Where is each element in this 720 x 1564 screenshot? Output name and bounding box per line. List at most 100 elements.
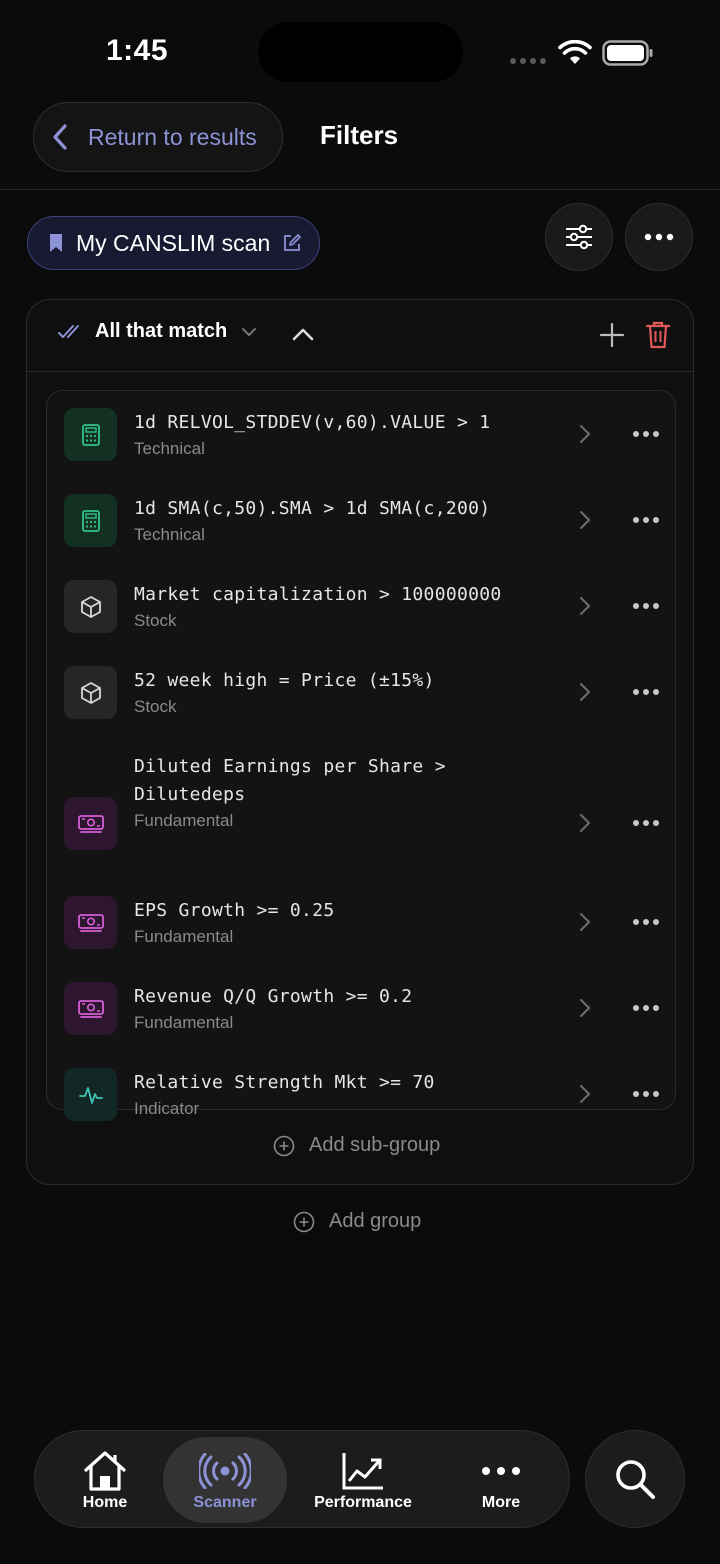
cube-icon bbox=[64, 580, 117, 633]
chevron-right-icon bbox=[578, 997, 592, 1019]
status-time: 1:45 bbox=[106, 34, 169, 67]
money-icon bbox=[64, 982, 117, 1035]
filter-category: Indicator bbox=[134, 1099, 200, 1118]
search-icon bbox=[616, 1460, 655, 1499]
more-horizontal-icon bbox=[644, 233, 674, 241]
scan-name: My CANSLIM scan bbox=[76, 229, 271, 256]
tab-scanner-label: Scanner bbox=[193, 1494, 257, 1511]
filter-category: Technical bbox=[134, 439, 205, 458]
status-bar: 1:45 bbox=[0, 0, 720, 100]
return-to-results-button[interactable]: Return to results bbox=[33, 102, 283, 172]
filter-row[interactable]: Revenue Q/Q Growth >= 0.2 Fundamental bbox=[47, 965, 675, 1051]
scan-name-button[interactable]: My CANSLIM scan bbox=[27, 216, 320, 270]
add-filter-button[interactable] bbox=[599, 322, 625, 348]
chart-icon bbox=[341, 1448, 385, 1494]
double-check-icon bbox=[58, 324, 79, 338]
filter-expression: Diluted Earnings per Share > Dilutedeps bbox=[134, 756, 446, 805]
cellular-signal-icon bbox=[510, 58, 546, 64]
tab-more-label: More bbox=[481, 1494, 521, 1511]
match-mode-dropdown[interactable]: All that match bbox=[57, 320, 257, 343]
filter-row[interactable]: 1d SMA(c,50).SMA > 1d SMA(c,200) Technica… bbox=[47, 477, 675, 563]
money-icon bbox=[64, 797, 117, 850]
filter-row[interactable]: 1d RELVOL_STDDEV(v,60).VALUE > 1 Technica… bbox=[47, 391, 675, 477]
filter-more-button[interactable] bbox=[627, 425, 665, 443]
dynamic-island bbox=[258, 22, 463, 82]
calculator-icon bbox=[64, 408, 117, 461]
chevron-right-icon bbox=[578, 812, 592, 834]
more-options-button[interactable] bbox=[625, 203, 693, 271]
filter-category: Stock bbox=[134, 611, 177, 630]
return-to-results-label: Return to results bbox=[88, 123, 257, 150]
radar-icon bbox=[199, 1448, 251, 1494]
plus-circle-icon bbox=[273, 1135, 295, 1156]
tab-more[interactable]: More bbox=[451, 1437, 551, 1523]
filter-more-button[interactable] bbox=[627, 683, 665, 701]
filter-expression: Relative Strength Mkt >= 70 bbox=[134, 1072, 435, 1093]
match-mode-label: All that match bbox=[95, 320, 228, 342]
filter-expression: 1d RELVOL_STDDEV(v,60).VALUE > 1 bbox=[134, 412, 491, 433]
filter-expression: 52 week high = Price (±15%) bbox=[134, 670, 435, 691]
filter-more-button[interactable] bbox=[627, 913, 665, 931]
filter-settings-button[interactable] bbox=[545, 203, 613, 271]
tab-home[interactable]: Home bbox=[55, 1437, 155, 1523]
filter-more-button[interactable] bbox=[627, 999, 665, 1017]
filter-expression: 1d SMA(c,50).SMA > 1d SMA(c,200) bbox=[134, 498, 491, 519]
chevron-right-icon bbox=[578, 595, 592, 617]
filter-category: Stock bbox=[134, 697, 177, 716]
add-group-label: Add group bbox=[329, 1210, 422, 1232]
plus-icon bbox=[599, 322, 625, 348]
filter-group: All that match 1d RELVOL_STDDEV(v,60).VA… bbox=[26, 299, 694, 1185]
filter-more-button[interactable] bbox=[627, 511, 665, 529]
filter-expression: Revenue Q/Q Growth >= 0.2 bbox=[134, 986, 413, 1007]
filter-more-button[interactable] bbox=[627, 1085, 665, 1103]
filter-row[interactable]: Relative Strength Mkt >= 70 Indicator bbox=[47, 1051, 675, 1137]
bookmark-icon bbox=[48, 232, 64, 254]
wifi-icon bbox=[558, 40, 592, 64]
add-subgroup-button[interactable]: Add sub-group bbox=[273, 1134, 440, 1157]
filter-more-button[interactable] bbox=[627, 597, 665, 615]
filter-category: Technical bbox=[134, 525, 205, 544]
filter-row[interactable]: EPS Growth >= 0.25 Fundamental bbox=[47, 879, 675, 965]
add-group-button[interactable]: Add group bbox=[293, 1210, 421, 1233]
filter-category: Fundamental bbox=[134, 811, 234, 830]
filter-category: Fundamental bbox=[134, 927, 234, 946]
chevron-right-icon bbox=[578, 423, 592, 445]
chevron-right-icon bbox=[578, 681, 592, 703]
money-icon bbox=[64, 896, 117, 949]
plus-circle-icon bbox=[293, 1211, 315, 1232]
filter-row[interactable]: 52 week high = Price (±15%) Stock bbox=[47, 649, 675, 735]
filter-more-button[interactable] bbox=[627, 814, 665, 832]
chevron-left-icon bbox=[52, 123, 68, 151]
delete-group-button[interactable] bbox=[645, 320, 671, 350]
sliders-icon bbox=[566, 224, 592, 250]
tab-performance[interactable]: Performance bbox=[297, 1437, 429, 1523]
calculator-icon bbox=[64, 494, 117, 547]
home-icon bbox=[82, 1448, 128, 1494]
filter-expression: EPS Growth >= 0.25 bbox=[134, 900, 335, 921]
tab-home-label: Home bbox=[82, 1494, 128, 1511]
filter-row[interactable]: Market capitalization > 100000000 Stock bbox=[47, 563, 675, 649]
collapse-group-button[interactable] bbox=[291, 322, 315, 348]
chevron-right-icon bbox=[578, 911, 592, 933]
edit-icon bbox=[282, 233, 302, 253]
tab-performance-label: Performance bbox=[314, 1494, 412, 1511]
pulse-icon bbox=[64, 1068, 117, 1121]
filter-category: Fundamental bbox=[134, 1013, 234, 1032]
trash-icon bbox=[645, 321, 671, 349]
tab-scanner[interactable]: Scanner bbox=[163, 1437, 287, 1523]
tab-bar: Home Scanner Performance More bbox=[34, 1430, 570, 1528]
page-title: Filters bbox=[320, 120, 399, 150]
header: Return to results Filters bbox=[0, 100, 720, 190]
chevron-up-icon bbox=[292, 328, 314, 341]
chevron-right-icon bbox=[578, 509, 592, 531]
battery-icon bbox=[602, 40, 653, 66]
more-icon bbox=[481, 1448, 521, 1494]
filter-subgroup: 1d RELVOL_STDDEV(v,60).VALUE > 1 Technica… bbox=[46, 390, 676, 1121]
search-button[interactable] bbox=[585, 1430, 685, 1528]
add-subgroup-label: Add sub-group bbox=[309, 1134, 441, 1156]
group-header: All that match bbox=[27, 300, 693, 372]
filter-expression: Market capitalization > 100000000 bbox=[134, 584, 502, 605]
chevron-down-icon bbox=[241, 327, 257, 337]
filter-row[interactable]: Diluted Earnings per Share > Dilutedeps F… bbox=[47, 735, 675, 879]
chevron-right-icon bbox=[578, 1083, 592, 1105]
